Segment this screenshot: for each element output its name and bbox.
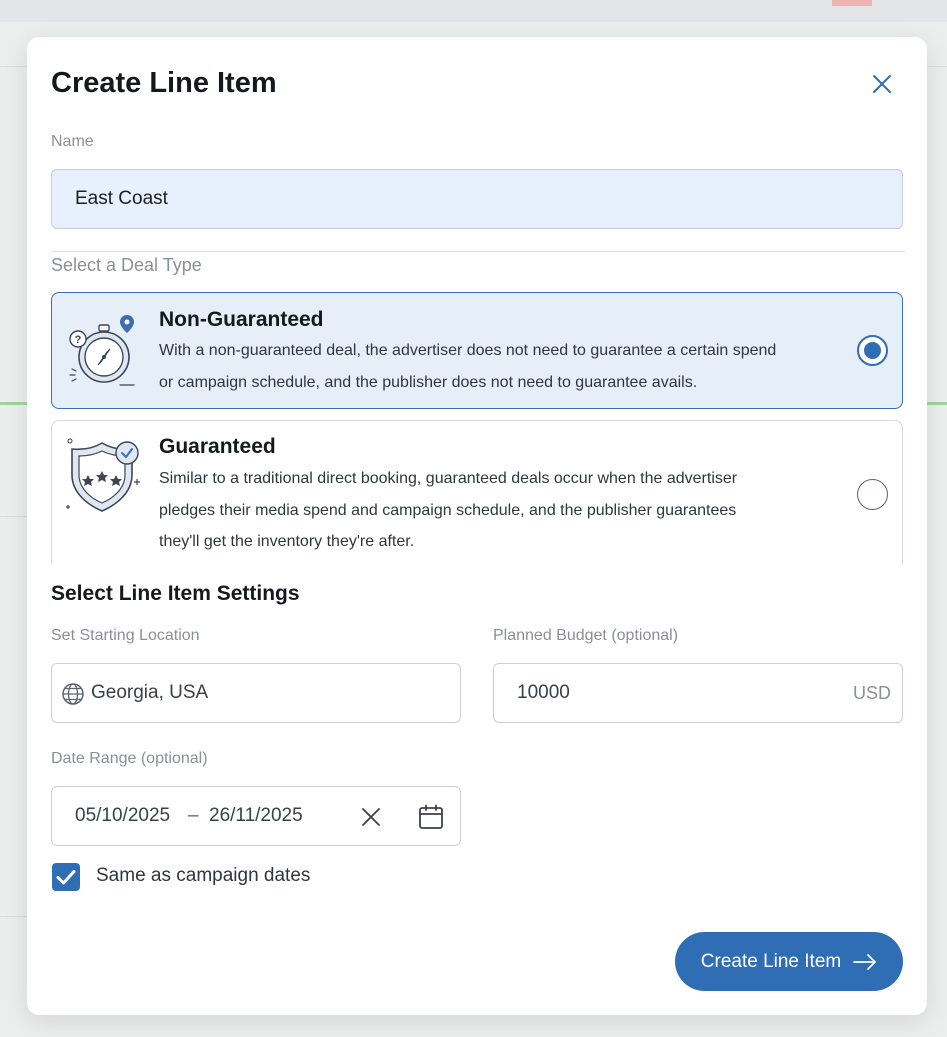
create-line-item-dialog: Create Line Item Name Select a Deal Type…	[27, 37, 927, 1015]
budget-value: 10000	[517, 682, 570, 703]
create-line-item-button[interactable]: Create Line Item	[675, 932, 903, 991]
clear-icon[interactable]	[360, 806, 382, 828]
location-input[interactable]: Georgia, USA	[51, 663, 461, 723]
stopwatch-compass-icon: ?	[69, 315, 135, 386]
date-range-label-optional: (optional)	[140, 750, 208, 767]
backdrop-divider	[927, 66, 947, 67]
deal-title: Guaranteed	[159, 435, 276, 458]
backdrop-progress	[927, 402, 947, 405]
name-input[interactable]	[51, 169, 903, 229]
backdrop-progress	[0, 402, 27, 405]
name-label: Name	[51, 133, 94, 150]
arrow-right-icon	[853, 953, 877, 970]
date-range-input[interactable]: 05/10/2025 – 26/11/2025	[51, 786, 461, 846]
close-button[interactable]	[865, 67, 899, 101]
deal-description-line: or campaign schedule, and the publisher …	[159, 373, 698, 391]
create-line-item-button-label: Create Line Item	[700, 950, 842, 972]
location-value: Georgia, USA	[91, 682, 209, 703]
date-start: 05/10/2025	[75, 805, 171, 826]
guaranteed-radio[interactable]	[857, 479, 888, 510]
shield-check-icon	[66, 438, 140, 512]
deal-description-line: Similar to a traditional direct booking,…	[159, 470, 738, 487]
deal-option-guaranteed[interactable]: Guaranteed Similar to a traditional dire…	[51, 420, 903, 564]
deal-description: Similar to a traditional direct booking,…	[159, 463, 824, 558]
backdrop-divider	[0, 516, 27, 517]
close-icon	[873, 75, 891, 93]
same-as-campaign-label: Same as campaign dates	[96, 865, 311, 886]
backdrop-toolbar	[0, 0, 947, 22]
non-guaranteed-radio[interactable]	[857, 335, 888, 366]
checkmark-icon	[56, 870, 76, 885]
deal-description-line: they'll get the inventory they're after.	[159, 533, 415, 550]
deal-description-line: pledges their media spend and campaign s…	[159, 501, 737, 519]
date-separator: –	[188, 805, 199, 826]
deal-type-label: Select a Deal Type	[51, 255, 202, 275]
calendar-icon[interactable]	[418, 804, 444, 830]
budget-label-text: Planned Budget	[493, 627, 612, 644]
location-label: Set Starting Location	[51, 627, 200, 644]
budget-input[interactable]: 10000 USD	[493, 663, 903, 723]
same-as-campaign-checkbox[interactable]	[52, 863, 80, 891]
budget-label: Planned Budget (optional)	[493, 627, 678, 645]
date-end: 26/11/2025	[209, 805, 303, 826]
backdrop-divider	[0, 66, 27, 67]
backdrop-red-badge	[832, 0, 872, 6]
date-range-label-text: Date Range	[51, 750, 141, 767]
deal-description-line: With a non-guaranteed deal, the advertis…	[159, 342, 777, 359]
deal-description: With a non-guaranteed deal, the advertis…	[159, 335, 824, 398]
deal-option-non-guaranteed[interactable]: ? Non-Guaranteed With a non-guaranteed d…	[51, 292, 903, 409]
svg-text:?: ?	[75, 334, 82, 346]
section-divider	[51, 251, 905, 252]
dialog-title: Create Line Item	[51, 67, 277, 99]
settings-title: Select Line Item Settings	[51, 582, 300, 605]
backdrop-divider	[0, 916, 27, 917]
deal-title: Non-Guaranteed	[159, 308, 324, 331]
globe-icon	[62, 683, 84, 705]
budget-label-optional: (optional)	[611, 627, 679, 644]
date-range-label: Date Range (optional)	[51, 750, 208, 768]
currency-suffix: USD	[852, 683, 891, 703]
